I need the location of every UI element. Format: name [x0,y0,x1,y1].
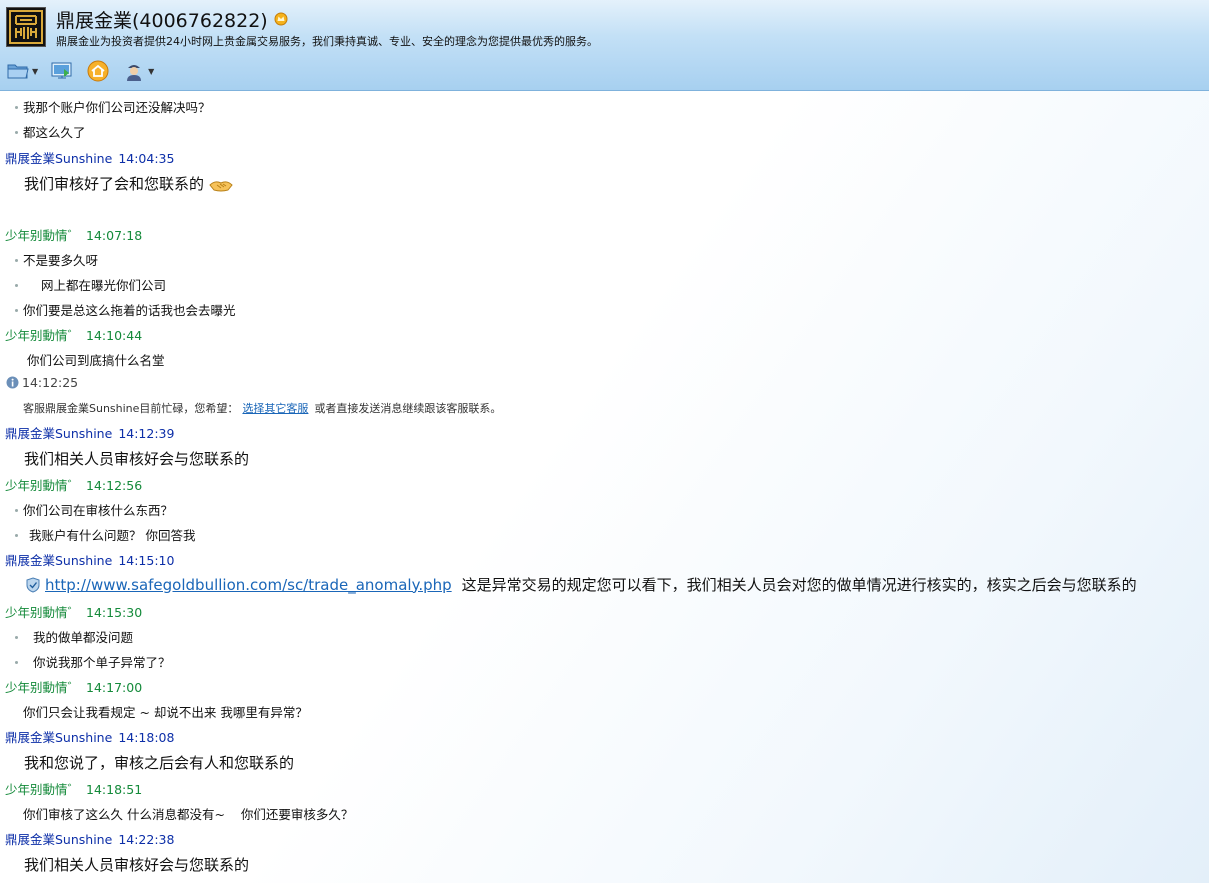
chat-message: 我们相关人员审核好会与您联系的 [24,450,250,468]
agent-icon [127,65,142,81]
bullet-icon [15,533,18,537]
system-time: 14:12:25 [22,375,79,390]
system-notice-header: 14:12:25 [6,375,78,390]
home-button[interactable] [86,59,110,83]
message-header: 鼎展金業Sunshine 14:12:39 [5,423,174,442]
window-header: 鼎展金業(4006762822) 鼎展金业为投资者提供24小时网上贵金属交易服务… [0,0,1209,91]
message-header: 少年别動情゛ 14:17:00 [5,677,142,696]
header-subtitle: 鼎展金业为投资者提供24小时网上贵金属交易服务，我们秉持真诚、专业、安全的理念为… [56,35,598,48]
message-time: 14:15:10 [118,553,175,568]
bullet-icon [15,283,18,287]
choose-other-agent-link[interactable]: 选择其它客服 [242,402,308,415]
chat-message: 我那个账户你们公司还没解决吗？ [15,97,211,116]
sender-name: 鼎展金業Sunshine [5,151,113,166]
chat-message: 你们要是总这么拖着的话我也会去曝光 [15,300,236,319]
sender-name: 少年别動情゛ [5,680,81,695]
message-time: 14:07:18 [86,228,143,243]
sender-name: 少年别動情゛ [5,605,81,620]
chat-message: 我的做单都没问题 [15,627,133,646]
message-time: 14:10:44 [86,328,143,343]
folder-button[interactable]: ▼ [6,59,38,83]
bullet-icon [15,308,18,312]
chat-message: 你们公司在审核什么东西？ [15,500,173,519]
chevron-down-icon[interactable]: ▼ [148,67,154,76]
message-header: 少年别動情゛ 14:18:51 [5,779,142,798]
sender-name: 少年别動情゛ [5,478,81,493]
sender-name: 少年别動情゛ [5,228,81,243]
bullet-icon [15,258,18,262]
chat-message: 我们审核好了会和您联系的 [24,173,233,194]
message-time: 14:12:56 [86,478,143,493]
chat-message: 你们只会让我看规定 ~ 却说不出来 我哪里有异常？ [23,705,308,720]
message-header: 少年别動情゛ 14:07:18 [5,225,142,244]
message-header: 少年别動情゛ 14:12:56 [5,475,142,494]
chat-message: 我们相关人员审核好会与您联系的 [24,856,250,874]
chat-message: http://www.safegoldbullion.com/sc/trade_… [26,574,1137,595]
sender-name: 鼎展金業Sunshine [5,730,113,745]
info-icon [6,376,19,389]
sender-name: 鼎展金業Sunshine [5,832,113,847]
chat-message: 我和您说了，审核之后会有人和您联系的 [24,754,295,772]
chat-message: 都这么久了 [15,122,86,141]
message-time: 14:22:38 [118,832,175,847]
toolbar: ▼ ▼ [6,58,166,84]
crown-badge-icon [274,12,288,26]
message-header: 少年别動情゛ 14:15:30 [5,602,142,621]
message-header: 鼎展金業Sunshine 14:18:08 [5,727,174,746]
shield-icon [26,576,40,593]
chat-history[interactable]: 我那个账户你们公司还没解决吗？ 都这么久了 鼎展金業Sunshine 14:04:… [0,91,1209,883]
sender-name: 鼎展金業Sunshine [5,426,113,441]
chat-message: 你说我那个单子异常了？ [15,652,171,671]
chat-message: 不是要多久呀 [15,250,98,269]
message-time: 14:17:00 [86,680,143,695]
ding-logo-icon [6,7,46,47]
screen-transfer-icon [51,62,72,79]
message-time: 14:18:51 [86,782,143,797]
message-header: 少年别動情゛ 14:10:44 [5,325,142,344]
message-header: 鼎展金業Sunshine 14:22:38 [5,829,174,848]
chat-message: 你们公司到底搞什么名堂 [27,353,165,368]
home-icon [87,60,109,82]
trade-anomaly-link[interactable]: http://www.safegoldbullion.com/sc/trade_… [45,576,452,594]
sender-name: 少年别動情゛ [5,328,81,343]
bullet-icon [15,660,18,664]
chat-message: 我账户有什么问题？ 你回答我 [15,525,195,544]
sender-name: 鼎展金業Sunshine [5,553,113,568]
sender-name: 少年别動情゛ [5,782,81,797]
message-time: 14:18:08 [118,730,175,745]
system-notice: 客服鼎展金業Sunshine目前忙碌，您希望： 选择其它客服 或者直接发送消息继续跟… [23,402,502,415]
screen-transfer-button[interactable] [50,59,74,83]
chevron-down-icon[interactable]: ▼ [32,67,38,76]
chat-message: 网上都在曝光你们公司 [15,275,166,294]
agent-button[interactable]: ▼ [122,59,154,83]
bullet-icon [15,105,18,109]
bullet-icon [15,130,18,134]
folder-icon [7,64,29,79]
message-time: 14:04:35 [118,151,175,166]
message-header: 鼎展金業Sunshine 14:04:35 [5,148,174,167]
chat-message: 你们审核了这么久 什么消息都没有~ 你们还要审核多久？ [23,807,354,822]
handshake-icon [209,180,233,191]
bullet-icon [15,508,18,512]
message-time: 14:12:39 [118,426,175,441]
message-time: 14:15:30 [86,605,143,620]
message-header: 鼎展金業Sunshine 14:15:10 [5,550,174,569]
page-title: 鼎展金業(4006762822) [56,9,268,32]
bullet-icon [15,635,18,639]
